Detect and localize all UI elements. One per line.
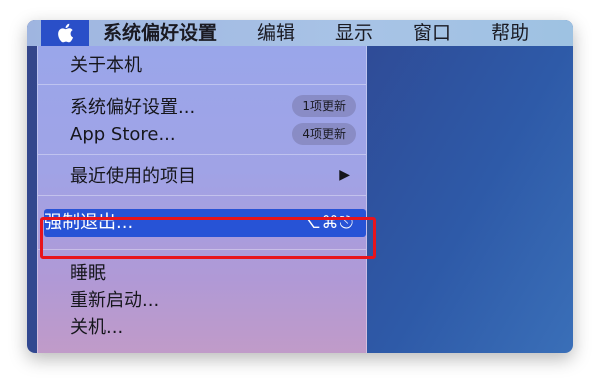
menu-help[interactable]: 帮助 — [491, 20, 529, 46]
menu-item-about[interactable]: 关于本机 — [38, 50, 366, 78]
menu-item-app-store[interactable]: App Store... 4项更新 — [38, 120, 366, 148]
menu-item-restart[interactable]: 重新启动... — [38, 285, 366, 313]
apple-menu-button[interactable] — [41, 20, 89, 46]
system-preferences-update-badge: 1项更新 — [292, 95, 356, 117]
desktop-screen: 系统偏好设置 编辑 显示 窗口 帮助 关于本机 系统偏好设置... 1项更新 A… — [27, 20, 573, 353]
menu-item-app-store-label: App Store... — [70, 123, 176, 145]
menu-item-restart-label: 重新启动... — [70, 290, 160, 311]
menu-item-system-preferences-label: 系统偏好设置... — [70, 97, 196, 118]
apple-menu-dropdown: 关于本机 系统偏好设置... 1项更新 App Store... 4项更新 最近… — [37, 46, 367, 353]
menu-edit[interactable]: 编辑 — [257, 20, 295, 46]
menu-item-recent-items-label: 最近使用的项目 — [70, 166, 196, 187]
menu-bar: 系统偏好设置 编辑 显示 窗口 帮助 — [27, 20, 573, 46]
menu-item-recent-items[interactable]: 最近使用的项目 ▶ — [38, 161, 366, 189]
menu-item-sleep[interactable]: 睡眠 — [38, 258, 366, 286]
menu-view[interactable]: 显示 — [335, 20, 373, 46]
app-store-update-badge: 4项更新 — [292, 123, 356, 145]
menu-item-system-preferences[interactable]: 系统偏好设置... 1项更新 — [38, 92, 366, 120]
submenu-arrow-icon: ▶ — [339, 167, 350, 183]
menu-item-sleep-label: 睡眠 — [70, 263, 106, 284]
menu-separator — [38, 154, 366, 155]
menu-window[interactable]: 窗口 — [413, 20, 451, 46]
menu-system-preferences[interactable]: 系统偏好设置 — [103, 20, 217, 46]
menu-bar-items: 系统偏好设置 编辑 显示 窗口 帮助 — [103, 20, 569, 46]
force-quit-annotation-box — [40, 217, 376, 259]
menu-item-shutdown-label: 关机... — [70, 317, 124, 338]
menu-separator — [38, 195, 366, 196]
menu-separator — [38, 84, 366, 85]
menu-item-about-label: 关于本机 — [70, 55, 142, 76]
apple-icon — [58, 23, 74, 43]
menu-item-shutdown[interactable]: 关机... — [38, 312, 366, 340]
